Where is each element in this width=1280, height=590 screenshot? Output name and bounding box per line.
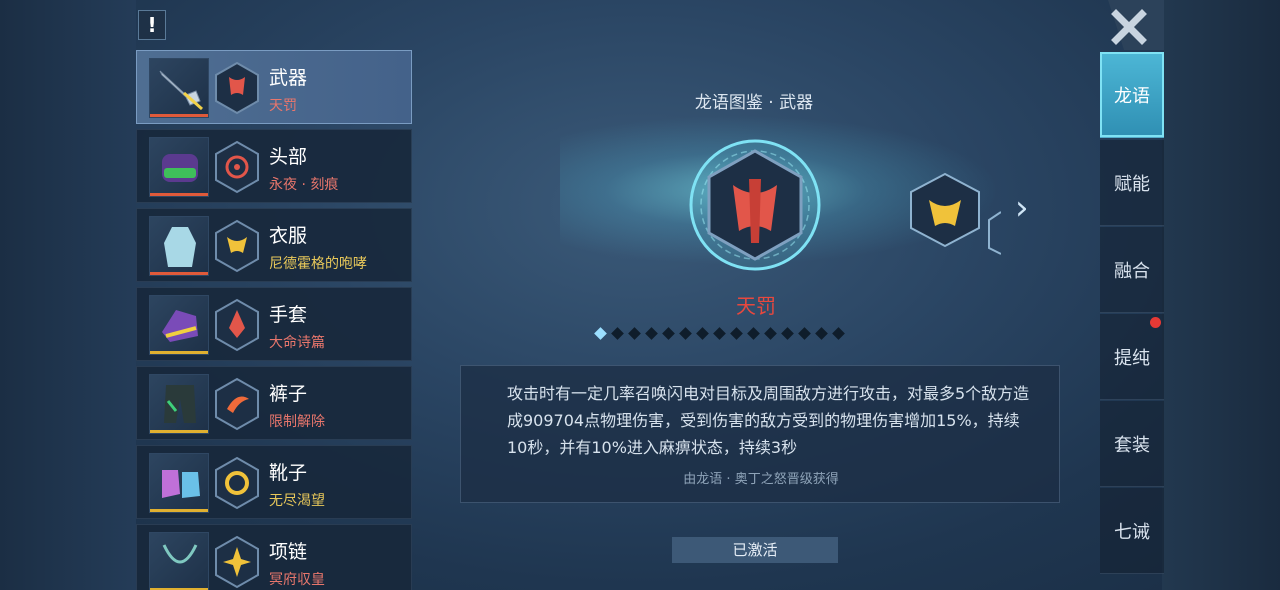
gold-axe-set-icon bbox=[215, 219, 259, 273]
equipment-set-name: 永夜 · 刻痕 bbox=[269, 177, 339, 193]
page-dot bbox=[781, 326, 794, 340]
equipment-name: 手套 bbox=[269, 304, 308, 326]
page-dot bbox=[832, 326, 845, 340]
helmet-art-icon bbox=[162, 154, 198, 182]
page-dot bbox=[764, 326, 777, 340]
equipment-row-head[interactable]: 头部 永夜 · 刻痕 bbox=[136, 129, 412, 203]
page-dot bbox=[679, 326, 692, 340]
page-dot bbox=[713, 326, 726, 340]
weapon-art-icon bbox=[159, 70, 203, 111]
equipment-row-pants[interactable]: 裤子 限制解除 bbox=[136, 366, 412, 440]
equipment-thumbnail bbox=[149, 216, 209, 276]
equipment-set-name: 无尽渴望 bbox=[269, 493, 325, 509]
codex-item-name: 天罚 bbox=[736, 294, 776, 318]
equipment-set-name: 尼德霍格的咆哮 bbox=[269, 256, 367, 272]
equipment-row-clothes[interactable]: 衣服 尼德霍格的咆哮 bbox=[136, 208, 412, 282]
boots-art-icon bbox=[162, 470, 200, 498]
equipment-thumbnail bbox=[149, 58, 209, 118]
next-item-thumbnail[interactable] bbox=[905, 170, 985, 250]
close-x-icon[interactable] bbox=[1100, 0, 1164, 50]
activated-button[interactable]: 已激活 bbox=[672, 537, 838, 563]
tab-seven-commandments[interactable]: 七诫 bbox=[1100, 488, 1164, 574]
tab-fusion[interactable]: 融合 bbox=[1100, 227, 1164, 313]
page-dot bbox=[730, 326, 743, 340]
equipment-row-boots[interactable]: 靴子 无尽渴望 bbox=[136, 445, 412, 519]
notification-dot bbox=[1150, 317, 1161, 328]
codex-item-emblem[interactable] bbox=[675, 135, 835, 275]
page-dot bbox=[662, 326, 675, 340]
page-dot bbox=[611, 326, 624, 340]
glove-art-icon bbox=[162, 310, 198, 342]
page-dot bbox=[798, 326, 811, 340]
equipment-set-name: 冥府収皇 bbox=[269, 572, 325, 588]
description-panel: 攻击时有一定几率召唤闪电对目标及周围敌方进行攻击，对最多5个敌方造成909704… bbox=[460, 365, 1060, 503]
necklace-art-icon bbox=[162, 544, 198, 564]
item-description: 攻击时有一定几率召唤闪电对目标及周围敌方进行攻击，对最多5个敌方造成909704… bbox=[507, 384, 1030, 457]
codex-title: 龙语图鉴 · 武器 bbox=[694, 93, 814, 113]
equipment-set-name: 限制解除 bbox=[269, 414, 325, 430]
right-frame bbox=[1162, 0, 1280, 590]
flame-set-icon bbox=[215, 298, 259, 352]
equipment-row-gloves[interactable]: 手套 大命诗篇 bbox=[136, 287, 412, 361]
equipment-name: 裤子 bbox=[269, 383, 308, 405]
equipment-name: 衣服 bbox=[269, 225, 308, 247]
rune-set-icon bbox=[215, 140, 259, 194]
alert-button[interactable]: ! bbox=[138, 10, 166, 40]
tab-empower[interactable]: 赋能 bbox=[1100, 140, 1164, 226]
slash-set-icon bbox=[215, 377, 259, 431]
tab-set[interactable]: 套装 bbox=[1100, 401, 1164, 487]
equipment-thumbnail bbox=[149, 374, 209, 434]
next-next-item-thumbnail bbox=[988, 211, 1001, 255]
equipment-thumbnail bbox=[149, 453, 209, 513]
equipment-name: 靴子 bbox=[269, 462, 308, 484]
armor-art-icon bbox=[164, 227, 196, 267]
page-dot bbox=[696, 326, 709, 340]
page-dot-active bbox=[594, 326, 607, 340]
equipment-name: 项链 bbox=[269, 541, 308, 563]
exclamation-icon: ! bbox=[147, 13, 157, 37]
page-indicator bbox=[594, 326, 845, 340]
equipment-row-necklace[interactable]: 项链 冥府収皇 bbox=[136, 524, 412, 590]
page-dot bbox=[628, 326, 641, 340]
equipment-name: 头部 bbox=[269, 146, 308, 168]
equipment-thumbnail bbox=[149, 137, 209, 197]
left-frame bbox=[0, 0, 136, 590]
tab-dragon-language[interactable]: 龙语 bbox=[1100, 52, 1164, 138]
equipment-row-weapon[interactable]: 武器 天罚 bbox=[136, 50, 412, 124]
page-dot bbox=[815, 326, 828, 340]
axe-set-icon bbox=[215, 61, 259, 115]
equipment-name: 武器 bbox=[269, 67, 308, 89]
item-source: 由龙语 · 奥丁之怒晋级获得 bbox=[683, 472, 839, 487]
sun-set-icon bbox=[215, 535, 259, 589]
equipment-thumbnail bbox=[149, 532, 209, 590]
pants-art-icon bbox=[164, 385, 196, 423]
page-dot bbox=[645, 326, 658, 340]
page-dot bbox=[747, 326, 760, 340]
swirl-set-icon bbox=[215, 456, 259, 510]
equipment-list[interactable]: 武器 天罚 头部 永夜 · 刻痕 衣服 尼德霍格的咆哮 手套 大命诗篇 裤子 限… bbox=[136, 50, 412, 590]
equipment-set-name: 大命诗篇 bbox=[269, 335, 325, 351]
next-arrow-icon[interactable]: › bbox=[1015, 190, 1043, 226]
equipment-thumbnail bbox=[149, 295, 209, 355]
equipment-set-name: 天罚 bbox=[269, 98, 297, 114]
